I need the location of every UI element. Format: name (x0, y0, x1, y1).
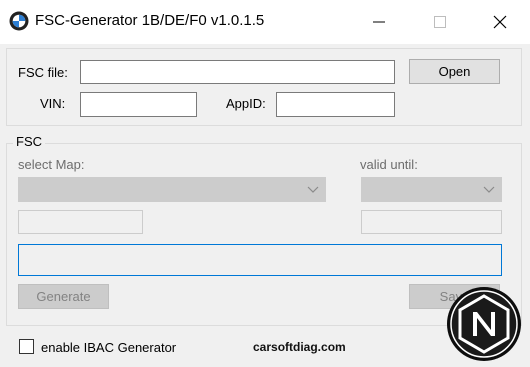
generate-button[interactable]: Generate (18, 284, 109, 309)
open-button[interactable]: Open (409, 59, 500, 84)
ibac-label: enable IBAC Generator (41, 340, 177, 355)
fsc-field-left[interactable] (18, 210, 143, 234)
brand-logo-icon (447, 287, 521, 361)
minimize-icon (373, 21, 385, 23)
appid-label: AppID: (226, 96, 266, 111)
window-title: FSC-Generator 1B/DE/F0 v1.0.1.5 (35, 12, 265, 29)
maximize-icon (434, 16, 446, 28)
chevron-down-icon (483, 186, 495, 193)
vin-label: VIN: (40, 96, 66, 111)
valid-until-label: valid until: (360, 157, 418, 172)
app-logo-icon (9, 11, 29, 31)
appid-input[interactable] (276, 92, 395, 117)
fsc-file-input[interactable] (80, 60, 395, 84)
ibac-checkbox[interactable] (19, 339, 34, 354)
watermark-text: carsoftdiag.com (253, 340, 346, 354)
select-map-dropdown[interactable] (18, 177, 326, 202)
fsc-group-title: FSC (13, 134, 45, 149)
close-button[interactable] (477, 0, 523, 44)
vin-input[interactable] (80, 92, 197, 117)
valid-until-dropdown[interactable] (361, 177, 502, 202)
minimize-button[interactable] (356, 0, 402, 44)
fsc-file-label: FSC file: (18, 65, 68, 80)
chevron-down-icon (307, 186, 319, 193)
fsc-output-field[interactable] (18, 244, 502, 276)
select-map-label: select Map: (18, 157, 85, 172)
close-icon (493, 15, 507, 29)
maximize-button[interactable] (417, 0, 463, 44)
fsc-field-right[interactable] (361, 210, 502, 234)
